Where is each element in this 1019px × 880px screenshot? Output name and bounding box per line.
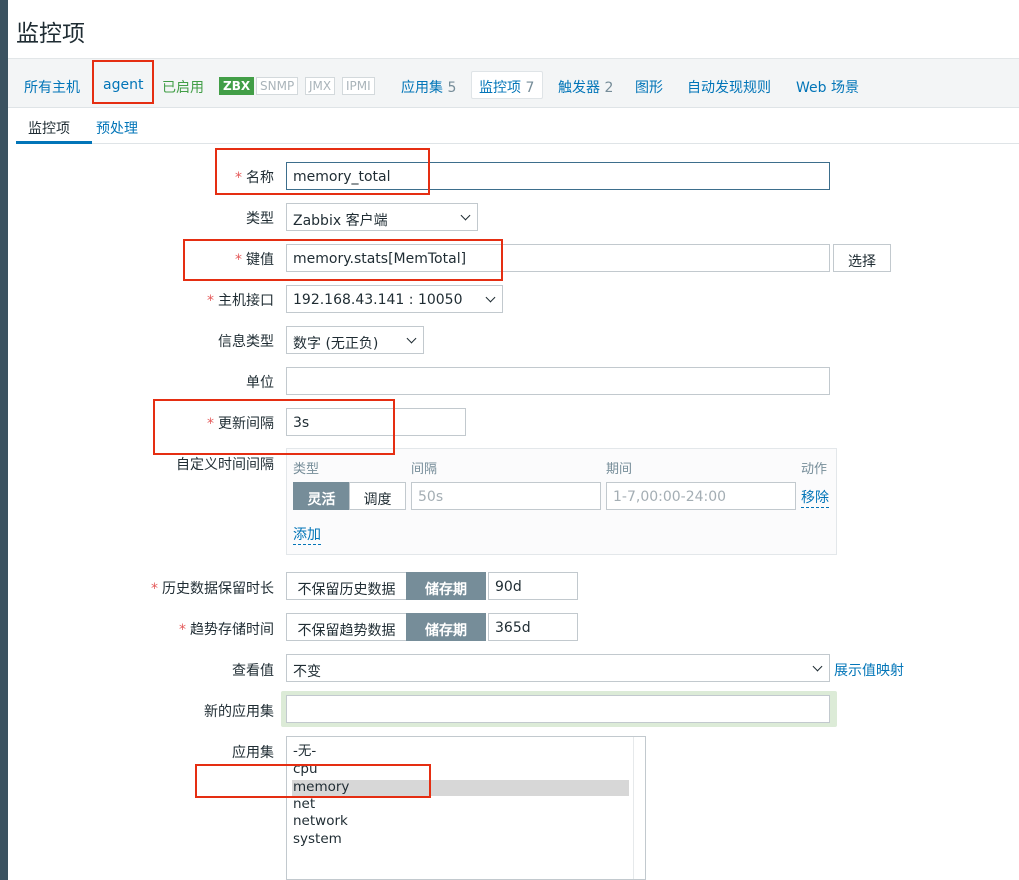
left-sidebar-edge: [0, 0, 8, 880]
ci-header-action: 动作: [801, 462, 828, 477]
name-input[interactable]: memory_total: [286, 162, 830, 190]
tab-graphs[interactable]: 图形: [635, 77, 663, 97]
ci-header-type: 类型: [293, 462, 320, 477]
history-label: * 历史数据保留时长: [151, 581, 274, 597]
all-hosts-link[interactable]: 所有主机: [24, 77, 80, 97]
new-app-label: 新的应用集: [204, 704, 274, 720]
units-input[interactable]: [286, 367, 830, 395]
host-navigation-bar: 所有主机 agent 已启用 ZBX SNMP JMX IPMI 应用集 5 监…: [8, 58, 1019, 108]
tab-items[interactable]: 监控项 7: [479, 77, 534, 97]
apps-label: 应用集: [232, 745, 274, 761]
key-input[interactable]: memory.stats[MemTotal]: [286, 244, 830, 272]
trends-input[interactable]: 365d: [488, 613, 578, 641]
key-select-button[interactable]: 选择: [833, 244, 891, 272]
apps-option[interactable]: network: [293, 813, 348, 830]
form-tabs: 监控项 预处理: [16, 108, 1019, 144]
tab-discovery-rules[interactable]: 自动发现规则: [687, 77, 771, 97]
show-value-label: 查看值: [232, 663, 274, 679]
apps-option[interactable]: system: [293, 831, 342, 848]
interface-select[interactable]: 192.168.43.141 : 10050: [286, 285, 503, 313]
ci-mode-flexible[interactable]: 灵活: [293, 482, 350, 510]
ci-remove-link[interactable]: 移除: [801, 487, 829, 508]
interval-input[interactable]: 3s: [286, 408, 466, 436]
show-value-mapping-link[interactable]: 展示值映射: [834, 660, 904, 680]
type-select[interactable]: Zabbix 客户端: [286, 203, 478, 231]
host-status-enabled[interactable]: 已启用: [162, 77, 204, 97]
snmp-availability-badge: SNMP: [256, 77, 299, 95]
ci-header-period: 期间: [606, 462, 633, 477]
history-off-button[interactable]: 不保留历史数据: [286, 572, 407, 600]
trends-label: * 趋势存储时间: [179, 622, 274, 638]
tab-web-scenarios[interactable]: Web 场景: [796, 77, 859, 97]
ci-header-interval: 间隔: [411, 462, 438, 477]
info-type-select[interactable]: 数字 (无正负): [286, 326, 424, 354]
apps-scrollbar[interactable]: [633, 737, 645, 879]
info-type-label: 信息类型: [218, 334, 274, 350]
ci-mode-scheduling[interactable]: 调度: [349, 482, 406, 510]
jmx-availability-badge: JMX: [305, 77, 336, 95]
interface-label: * 主机接口: [207, 293, 274, 309]
show-value-select[interactable]: 不变: [286, 654, 830, 682]
page-container: 监控项 所有主机 agent 已启用 ZBX SNMP JMX IPMI 应用集…: [8, 0, 1019, 880]
new-app-input[interactable]: [286, 695, 830, 723]
key-label: * 键值: [235, 252, 274, 268]
trends-storage-button[interactable]: 储存期: [406, 613, 486, 641]
ci-add-link[interactable]: 添加: [293, 524, 321, 545]
apps-option[interactable]: -无-: [293, 743, 316, 760]
apps-option-selected[interactable]: memory: [293, 779, 349, 796]
custom-intervals-label: 自定义时间间隔: [176, 457, 274, 473]
host-link-agent[interactable]: agent: [103, 77, 143, 93]
zbx-availability-badge: ZBX: [219, 77, 255, 95]
units-label: 单位: [246, 375, 274, 391]
type-label: 类型: [246, 211, 274, 227]
ci-interval-input[interactable]: 50s: [411, 482, 601, 510]
history-input[interactable]: 90d: [488, 572, 578, 600]
tab-triggers[interactable]: 触发器 2: [558, 77, 613, 97]
apps-listbox[interactable]: -无- cpu memory net network system: [286, 736, 646, 880]
ipmi-availability-badge: IPMI: [342, 77, 375, 95]
tab-applications[interactable]: 应用集 5: [401, 77, 456, 97]
trends-off-button[interactable]: 不保留趋势数据: [286, 613, 407, 641]
page-title: 监控项: [16, 21, 85, 47]
form-tab-preprocessing[interactable]: 预处理: [96, 118, 138, 138]
apps-option[interactable]: net: [293, 796, 315, 813]
name-label: * 名称: [235, 170, 274, 186]
ci-period-input[interactable]: 1-7,00:00-24:00: [606, 482, 796, 510]
apps-option[interactable]: cpu: [293, 761, 318, 778]
active-tab-underline: [16, 141, 92, 144]
form-tab-item[interactable]: 监控项: [28, 118, 70, 138]
custom-intervals-box: 类型 间隔 期间 动作 灵活 调度 50s 1-7,00:00-24:00 移除…: [286, 448, 837, 555]
interval-label: * 更新间隔: [207, 416, 274, 432]
history-storage-button[interactable]: 储存期: [406, 572, 486, 600]
